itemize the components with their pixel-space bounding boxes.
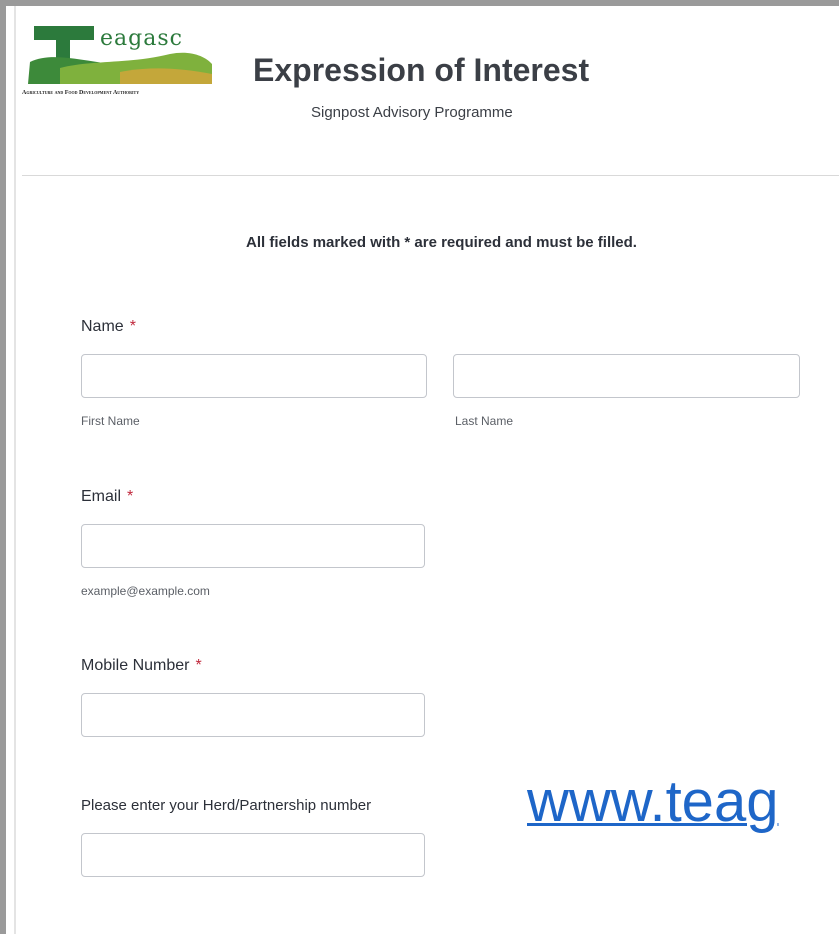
- first-name-sublabel: First Name: [81, 414, 140, 428]
- last-name-input[interactable]: [453, 354, 800, 398]
- website-link[interactable]: www.teag: [527, 768, 778, 835]
- last-name-sublabel: Last Name: [455, 414, 514, 428]
- header-divider: [22, 175, 839, 176]
- logo-wordmark: eagasc: [100, 26, 183, 51]
- name-label-text: Name: [81, 318, 124, 335]
- first-name-input[interactable]: [81, 354, 427, 398]
- page-title: Expression of Interest: [253, 52, 590, 88]
- email-input[interactable]: [81, 524, 425, 568]
- required-asterisk: *: [129, 318, 136, 335]
- email-label-text: Email: [81, 488, 122, 505]
- required-asterisk: *: [127, 488, 134, 505]
- name-field-label: Name *: [81, 318, 136, 336]
- email-sublabel: example@example.com: [81, 584, 210, 598]
- required-fields-note: All fields marked with * are required an…: [246, 234, 637, 251]
- mobile-label-text: Mobile Number: [81, 657, 190, 674]
- mobile-number-input[interactable]: [81, 693, 425, 737]
- required-asterisk: *: [195, 657, 202, 674]
- page-subtitle: Signpost Advisory Programme: [311, 104, 513, 121]
- email-field-label: Email *: [81, 488, 133, 506]
- herd-number-label: Please enter your Herd/Partnership numbe…: [81, 797, 372, 814]
- herd-number-input[interactable]: [81, 833, 425, 877]
- mobile-field-label: Mobile Number *: [81, 657, 202, 675]
- teagasc-logo: eagasc Agriculture and Food Development …: [20, 24, 230, 104]
- logo-tagline: Agriculture and Food Development Authori…: [22, 90, 140, 96]
